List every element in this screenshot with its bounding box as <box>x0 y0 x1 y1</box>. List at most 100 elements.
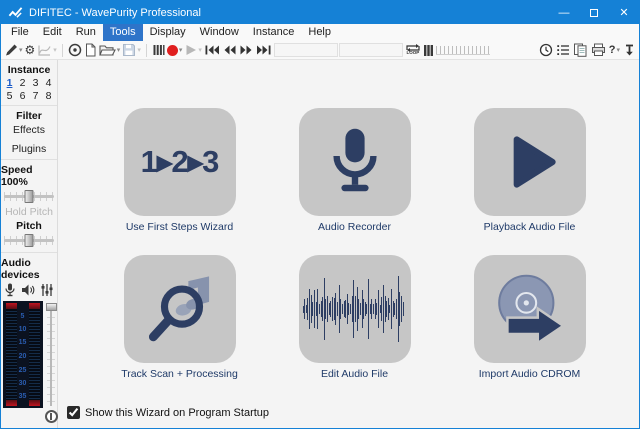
chevron-down-icon: ▾ <box>198 46 202 54</box>
meter-power-button[interactable] <box>45 410 58 423</box>
chevron-down-icon[interactable]: ▾ <box>616 46 620 54</box>
sidebar-divider <box>1 252 57 253</box>
maximize-button[interactable] <box>579 1 609 24</box>
menu-item-run[interactable]: Run <box>69 24 103 41</box>
effects-link[interactable]: Effects <box>13 124 45 136</box>
speed-slider[interactable] <box>4 190 54 203</box>
tile-cell: Playback Audio File <box>442 108 617 233</box>
minimize-button[interactable]: — <box>549 1 579 24</box>
help-button[interactable]: ? ▾ <box>609 44 620 56</box>
loop-label: LOOP <box>406 51 419 56</box>
settings-button[interactable]: ⚙ <box>25 44 36 56</box>
tile-edit-audio-file[interactable] <box>299 255 411 363</box>
cd-icon <box>68 43 82 57</box>
tile-import-audio-cdrom[interactable] <box>474 255 586 363</box>
new-document-icon <box>84 43 97 57</box>
menu-item-window[interactable]: Window <box>193 24 246 41</box>
pitch-slider-handle[interactable] <box>25 234 34 247</box>
toolbar-right-group: ? ▾ <box>539 43 636 57</box>
menubar: File Edit Run Tools Display Window Insta… <box>1 24 639 41</box>
close-button[interactable]: ✕ <box>609 1 639 24</box>
speaker-icon[interactable] <box>21 283 35 297</box>
fast-forward-button[interactable] <box>239 43 254 57</box>
startup-option-row: Show this Wizard on Program Startup <box>67 406 269 419</box>
edit-pencil-button[interactable]: ▾ <box>4 43 23 57</box>
report-icon <box>573 43 588 57</box>
position-display <box>274 43 338 57</box>
volume-rail[interactable] <box>436 46 490 55</box>
chevron-down-icon[interactable]: ▾ <box>179 46 183 54</box>
titlebar[interactable]: DIFITEC - WavePurity Professional — ✕ <box>1 1 639 24</box>
protocol-button[interactable] <box>573 43 588 57</box>
open-folder-icon <box>99 43 116 57</box>
power-line-icon <box>50 413 52 420</box>
sidebar: Instance 1 2 3 4 5 6 7 8 Filter Effects … <box>1 60 58 428</box>
skip-to-start-button[interactable] <box>204 43 220 57</box>
app-window: DIFITEC - WavePurity Professional — ✕ Fi… <box>0 0 640 429</box>
instance-5[interactable]: 5 <box>4 90 16 102</box>
startup-checkbox[interactable] <box>67 406 80 419</box>
microphone-small-icon[interactable] <box>5 283 15 297</box>
tile-track-scan-processing[interactable] <box>124 255 236 363</box>
timer-button[interactable] <box>539 43 553 57</box>
track-list-button[interactable] <box>556 43 570 57</box>
instance-8[interactable]: 8 <box>43 90 55 102</box>
tile-cell: 1▸2▸3 Use First Steps Wizard <box>92 108 267 233</box>
one-two-three-icon: 1▸2▸3 <box>141 144 219 180</box>
curve-icon <box>37 43 52 57</box>
open-file-button[interactable]: ▾ <box>99 43 121 57</box>
skip-start-icon <box>204 43 220 57</box>
volume-handle-icon[interactable] <box>423 44 434 57</box>
plugins-link[interactable]: Plugins <box>12 143 46 155</box>
new-file-button[interactable] <box>84 43 97 57</box>
skip-end-icon <box>256 43 272 57</box>
menu-item-display[interactable]: Display <box>143 24 193 41</box>
toolbar: ▾ ⚙ ▾ <box>1 41 639 60</box>
menu-item-help[interactable]: Help <box>301 24 338 41</box>
dock-button[interactable] <box>623 43 636 57</box>
chevron-down-icon[interactable]: ▾ <box>117 46 121 54</box>
cd-device-button[interactable] <box>68 43 82 57</box>
print-button[interactable] <box>591 43 606 57</box>
instance-7[interactable]: 7 <box>30 90 42 102</box>
instance-2[interactable]: 2 <box>17 77 29 89</box>
instance-3[interactable]: 3 <box>30 77 42 89</box>
meter-clip-band <box>6 303 17 309</box>
record-button[interactable]: ▾ <box>167 45 183 56</box>
menu-item-edit[interactable]: Edit <box>36 24 69 41</box>
tile-audio-recorder[interactable] <box>299 108 411 216</box>
equalizer-icon[interactable] <box>41 283 53 297</box>
tile-cell: Audio Recorder <box>267 108 442 233</box>
meter-scale-label: 15 <box>3 339 43 346</box>
speed-slider-handle[interactable] <box>25 190 34 203</box>
menu-item-instance[interactable]: Instance <box>246 24 302 41</box>
menu-item-file[interactable]: File <box>4 24 36 41</box>
instance-1[interactable]: 1 <box>4 77 16 89</box>
filter-section-title: Filter <box>16 110 42 122</box>
pause-bars-button[interactable] <box>152 43 165 57</box>
record-level-slider[interactable] <box>46 301 57 408</box>
cd-import-icon <box>491 270 569 348</box>
chevron-down-icon[interactable]: ▾ <box>19 46 23 54</box>
help-question-icon: ? <box>609 44 616 56</box>
record-level-handle[interactable] <box>46 303 57 311</box>
instance-4[interactable]: 4 <box>43 77 55 89</box>
tile-use-first-steps-wizard[interactable]: 1▸2▸3 <box>124 108 236 216</box>
skip-to-end-button[interactable] <box>256 43 272 57</box>
tile-label: Use First Steps Wizard <box>126 221 233 233</box>
pitch-slider[interactable] <box>4 234 54 247</box>
instance-section-title: Instance <box>8 64 51 76</box>
microphone-icon <box>319 124 391 200</box>
menu-item-tools[interactable]: Tools <box>103 24 143 41</box>
rewind-icon <box>222 43 237 57</box>
instance-6[interactable]: 6 <box>17 90 29 102</box>
chevron-down-icon: ▾ <box>137 46 141 54</box>
chevron-down-icon: ▾ <box>53 46 57 54</box>
tile-playback-audio-file[interactable] <box>474 108 586 216</box>
meter-scale-label: 5 <box>3 313 43 320</box>
volume-slider[interactable] <box>423 44 490 57</box>
tile-cell: Track Scan + Processing <box>92 255 267 380</box>
rewind-button[interactable] <box>222 43 237 57</box>
audio-device-icons <box>5 283 53 297</box>
loop-button[interactable]: LOOP <box>405 44 421 56</box>
